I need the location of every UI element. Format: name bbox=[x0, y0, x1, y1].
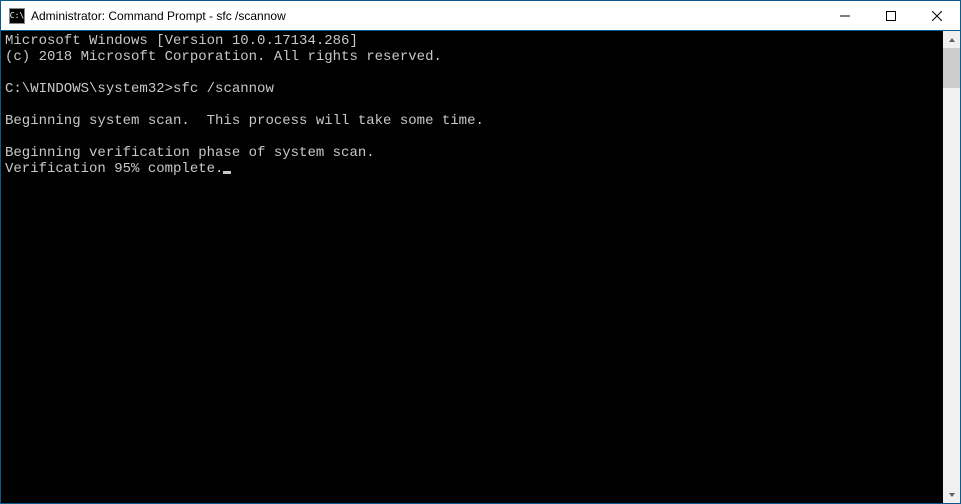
console-line bbox=[5, 97, 939, 113]
prompt-path: C:\WINDOWS\system32> bbox=[5, 81, 173, 97]
scroll-thumb[interactable] bbox=[943, 48, 960, 88]
window-controls bbox=[822, 1, 960, 30]
window-title: Administrator: Command Prompt - sfc /sca… bbox=[31, 9, 286, 23]
console-line bbox=[5, 129, 939, 145]
command-text: sfc /scannow bbox=[173, 81, 274, 97]
console-line: Beginning system scan. This process will… bbox=[5, 113, 939, 129]
content-area: Microsoft Windows [Version 10.0.17134.28… bbox=[1, 31, 960, 503]
scroll-track[interactable] bbox=[943, 48, 960, 486]
minimize-button[interactable] bbox=[822, 1, 868, 30]
scroll-up-arrow-icon[interactable] bbox=[943, 31, 960, 48]
console-prompt-line: C:\WINDOWS\system32>sfc /scannow bbox=[5, 81, 939, 97]
text-cursor bbox=[223, 171, 231, 174]
titlebar[interactable]: C:\ Administrator: Command Prompt - sfc … bbox=[1, 1, 960, 31]
console-line: Beginning verification phase of system s… bbox=[5, 145, 939, 161]
close-button[interactable] bbox=[914, 1, 960, 30]
console-line: (c) 2018 Microsoft Corporation. All righ… bbox=[5, 49, 939, 65]
command-prompt-window: C:\ Administrator: Command Prompt - sfc … bbox=[0, 0, 961, 504]
cmd-icon: C:\ bbox=[9, 8, 25, 24]
maximize-button[interactable] bbox=[868, 1, 914, 30]
console-line bbox=[5, 65, 939, 81]
console-output[interactable]: Microsoft Windows [Version 10.0.17134.28… bbox=[1, 31, 943, 503]
vertical-scrollbar[interactable] bbox=[943, 31, 960, 503]
console-line: Verification 95% complete. bbox=[5, 161, 939, 177]
scroll-down-arrow-icon[interactable] bbox=[943, 486, 960, 503]
console-line: Microsoft Windows [Version 10.0.17134.28… bbox=[5, 33, 939, 49]
progress-text: Verification 95% complete. bbox=[5, 161, 223, 177]
